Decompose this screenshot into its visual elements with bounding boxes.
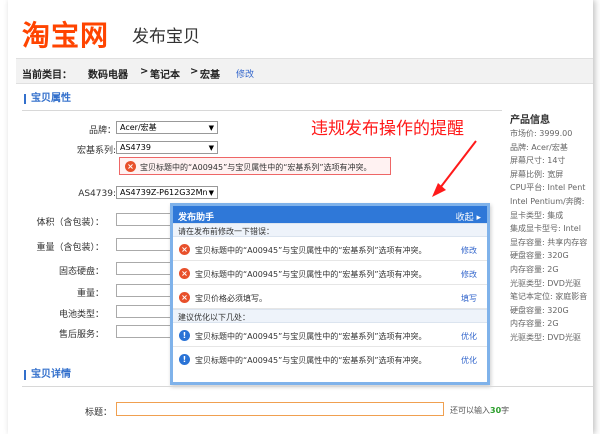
error-row-text: 宝贝标题中的“A00945”与宝贝属性中的“宏基系列”选项有冲突。: [195, 246, 427, 255]
suggestions-header-text: 建议优化以下几处：: [178, 313, 250, 322]
title-label: 标题：: [84, 408, 112, 418]
hint-count: 30: [490, 406, 502, 415]
title-remaining-hint: 还可以输入30字: [450, 405, 509, 416]
suggestion-row-text: 宝贝标题中的“A00945”与宝贝属性中的“宏基系列”选项有冲突。: [195, 332, 427, 341]
publish-page: 淘宝网 发布宝贝 当前类目： 数码电器 > 笔记本 > 宏基 修改 宝贝属性 品…: [8, 0, 593, 434]
error-icon: ×: [179, 244, 190, 255]
info-icon: !: [179, 330, 190, 341]
error-icon: ×: [179, 292, 190, 303]
error-row: × 宝贝价格必须填写。 填写: [173, 285, 487, 309]
dialog-title: 发布助手: [178, 213, 215, 223]
suggestions-header: 建议优化以下几处：: [173, 309, 487, 323]
error-row: × 宝贝标题中的“A00945”与宝贝属性中的“宏基系列”选项有冲突。 修改: [173, 237, 487, 261]
error-fix-link[interactable]: 修改: [461, 245, 477, 256]
publish-assistant-dialog: 发布助手 收起 ▸ 请在发布前修改一下错误： × 宝贝标题中的“A00945”与…: [170, 203, 490, 385]
optimize-link[interactable]: 优化: [461, 331, 477, 342]
errors-header: 请在发布前修改一下错误：: [173, 223, 487, 237]
optimize-link[interactable]: 优化: [461, 355, 477, 366]
annotation-arrow-line: [439, 140, 477, 189]
suggestion-row-text: 宝贝标题中的“A00945”与宝贝属性中的“宏基系列”选项有冲突。: [195, 356, 427, 365]
error-fill-link[interactable]: 填写: [461, 293, 477, 304]
error-fix-link[interactable]: 修改: [461, 269, 477, 280]
annotation-arrow-head: [432, 183, 446, 197]
errors-header-text: 请在发布前修改一下错误：: [178, 227, 274, 236]
section-divider: [22, 386, 593, 387]
error-row: × 宝贝标题中的“A00945”与宝贝属性中的“宏基系列”选项有冲突。 修改: [173, 261, 487, 285]
collapse-button[interactable]: 收起 ▸: [456, 210, 481, 223]
error-row-text: 宝贝标题中的“A00945”与宝贝属性中的“宏基系列”选项有冲突。: [195, 270, 427, 279]
dialog-header: 发布助手 收起 ▸: [173, 206, 487, 223]
suggestion-row: ! 宝贝标题中的“A00945”与宝贝属性中的“宏基系列”选项有冲突。 优化: [173, 347, 487, 371]
error-icon: ×: [179, 268, 190, 279]
detail-section-title: 宝贝详情: [24, 370, 71, 380]
hint-prefix: 还可以输入: [450, 406, 490, 415]
title-input[interactable]: [116, 402, 444, 416]
suggestion-row: ! 宝贝标题中的“A00945”与宝贝属性中的“宏基系列”选项有冲突。 优化: [173, 323, 487, 347]
error-row-text: 宝贝价格必须填写。: [195, 294, 267, 303]
hint-suffix: 字: [501, 406, 510, 415]
info-icon: !: [179, 354, 190, 365]
